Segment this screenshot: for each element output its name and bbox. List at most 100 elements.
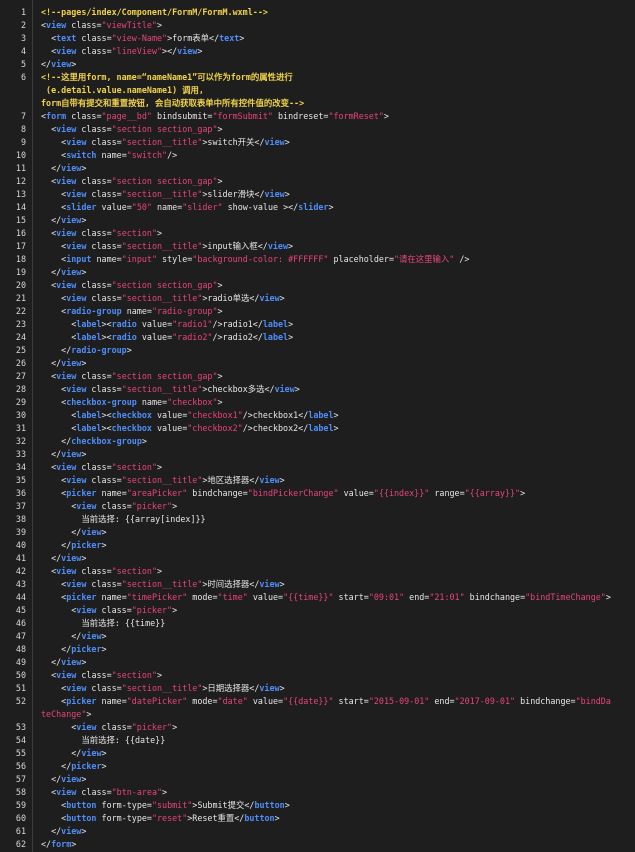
code-line[interactable]: 51 <view class="section__title">日期选择器</v… — [16, 682, 635, 695]
code-line[interactable]: 17 <view class="section__title">input输入框… — [16, 240, 635, 253]
code-line[interactable]: 42 <view class="section"> — [16, 565, 635, 578]
code-line[interactable]: 26 </view> — [16, 357, 635, 370]
code-line[interactable]: 45 <view class="picker"> — [16, 604, 635, 617]
code-line[interactable]: 39 </view> — [16, 526, 635, 539]
code-line[interactable]: 34 <view class="section"> — [16, 461, 635, 474]
code-token: class= — [66, 20, 102, 30]
code-line[interactable]: 53 <view class="picker"> — [16, 721, 635, 734]
code-line[interactable]: 36 <picker name="areaPicker" bindchange=… — [16, 487, 635, 500]
code-token: </ — [41, 215, 62, 225]
code-token: name= — [136, 397, 168, 407]
code-token: < — [41, 137, 67, 147]
code-line[interactable]: 23 <label><radio value="radio1"/>radio1<… — [16, 318, 635, 331]
code-line[interactable]: 14 <slider value="50" name="slider" show… — [16, 201, 635, 214]
code-line[interactable]: 16 <view class="section"> — [16, 227, 635, 240]
code-line[interactable]: 55 </view> — [16, 747, 635, 760]
code-token: button — [66, 800, 97, 810]
code-line[interactable]: 2 <view class="viewTitle"> — [21, 19, 635, 32]
code-line[interactable]: 57 </view> — [16, 773, 635, 786]
code-line[interactable]: 19 </view> — [16, 266, 635, 279]
code-line[interactable]: 43 <view class="section__title">时间选择器</v… — [16, 578, 635, 591]
code-token: </ — [41, 553, 62, 563]
code-line[interactable]: 33 </view> — [16, 448, 635, 461]
code-line[interactable]: 7 <form class="page__bd" bindsubmit="form… — [21, 110, 635, 123]
code-line[interactable]: 22 <radio-group name="radio-group"> — [16, 305, 635, 318]
code-line[interactable]: 56 </picker> — [16, 760, 635, 773]
code-line[interactable]: 21 <view class="section__title">radio单选<… — [16, 292, 635, 305]
code-line[interactable]: 54 当前选择: {{date}} — [16, 734, 635, 747]
code-line[interactable]: 1 <!--pages/index/Component/FormM/FormM.w… — [21, 6, 635, 19]
code-line[interactable]: 9 <view class="section__title">switch开关<… — [21, 136, 635, 149]
code-line[interactable]: 18 <input name="input" style="background… — [16, 253, 635, 266]
code-line[interactable]: teChange"> — [33, 708, 635, 721]
code-line[interactable]: 62 </form> — [16, 838, 635, 851]
code-token: value= — [151, 423, 188, 433]
code-line[interactable]: 46 当前选择: {{time}} — [16, 617, 635, 630]
line-number: 10 — [15, 150, 26, 160]
code-token: > — [81, 163, 87, 173]
code-token: style= — [157, 254, 193, 264]
line-text: </view> — [33, 59, 76, 69]
code-token: "section__title" — [121, 189, 203, 199]
code-line[interactable]: 20 <view class="section section_gap"> — [16, 279, 635, 292]
code-token: "btn-area" — [111, 787, 163, 797]
code-token: > — [101, 748, 107, 758]
code-line[interactable]: 4 <view class="lineView"></view> — [21, 45, 635, 58]
code-token: class= — [96, 722, 132, 732]
code-token: class= — [76, 176, 112, 186]
code-line[interactable]: (e.detail.value.nameName1) 调用, — [33, 84, 635, 97]
code-line[interactable]: 25 </radio-group> — [16, 344, 635, 357]
line-text: <view class="lineView"></view> — [33, 46, 202, 56]
code-line[interactable]: 30 <label><checkbox value="checkbox1"/>c… — [16, 409, 635, 422]
code-token: checkbox — [111, 410, 152, 420]
code-line[interactable]: 41 </view> — [16, 552, 635, 565]
code-line[interactable]: 10 <switch name="switch"/> — [16, 149, 635, 162]
code-token: "picker" — [131, 605, 173, 615]
code-line[interactable]: 31 <label><checkbox value="checkbox2"/>c… — [16, 422, 635, 435]
code-token: class= — [76, 280, 112, 290]
code-line[interactable]: 38 当前选择: {{array[index]}} — [16, 513, 635, 526]
code-line[interactable]: 27 <view class="section section_gap"> — [16, 370, 635, 383]
code-line[interactable]: 29 <checkbox-group name="checkbox"> — [16, 396, 635, 409]
code-line[interactable]: 24 <label><radio value="radio2"/>radio2<… — [16, 331, 635, 344]
line-number: 8 — [20, 124, 26, 134]
code-line[interactable]: form自带有提交和重置按钮, 会自动获取表单中所有控件值的改变--> — [33, 97, 635, 110]
code-token: show-value — [222, 202, 284, 212]
code-line[interactable]: 48 </picker> — [16, 643, 635, 656]
code-line[interactable]: 37 <view class="picker"> — [16, 500, 635, 513]
code-token: view — [264, 189, 285, 199]
code-line[interactable]: 28 <view class="section__title">checkbox… — [16, 383, 635, 396]
code-line[interactable]: 32 </checkbox-group> — [16, 435, 635, 448]
code-line[interactable]: 61 </view> — [16, 825, 635, 838]
code-token: "timePicker" — [126, 592, 188, 602]
code-token: placeholder= — [328, 254, 394, 264]
code-line[interactable]: 58 <view class="btn-area"> — [16, 786, 635, 799]
code-token: 当前选择: {{date}} — [41, 735, 166, 745]
code-line[interactable]: 60 <button form-type="reset">Reset重置</bu… — [16, 812, 635, 825]
code-line[interactable]: 59 <button form-type="submit">Submit提交</… — [16, 799, 635, 812]
code-line[interactable]: 15 </view> — [16, 214, 635, 227]
code-token: name= — [121, 306, 152, 316]
code-line[interactable]: 50 <view class="section"> — [16, 669, 635, 682]
code-line[interactable]: 12 <view class="section section_gap"> — [16, 175, 635, 188]
code-token: "section" — [111, 462, 157, 472]
line-number: 11 — [15, 163, 26, 173]
code-line[interactable]: 13 <view class="section__title">slider滑块… — [16, 188, 635, 201]
code-line[interactable]: 8 <view class="section section_gap"> — [21, 123, 635, 136]
code-line[interactable]: 47 </view> — [16, 630, 635, 643]
code-area[interactable]: 1 <!--pages/index/Component/FormM/FormM.w… — [16, 6, 635, 852]
code-line[interactable]: 6 <!--这里用form, name=“nameName1”可以作为form的属… — [21, 71, 635, 84]
code-token: > — [288, 241, 294, 251]
code-line[interactable]: 35 <view class="section__title">地区选择器</v… — [16, 474, 635, 487]
code-line[interactable]: 49 </view> — [16, 656, 635, 669]
code-line[interactable]: 11 </view> — [16, 162, 635, 175]
code-token: >< — [101, 410, 112, 420]
code-editor[interactable]: 1 <!--pages/index/Component/FormM/FormM.w… — [0, 0, 635, 852]
code-line[interactable]: 5 </view> — [21, 58, 635, 71]
line-number: 6 — [20, 72, 26, 82]
code-line[interactable]: 40 </picker> — [16, 539, 635, 552]
line-text: </view> — [33, 527, 106, 537]
code-line[interactable]: 52 <picker name="datePicker" mode="date"… — [16, 695, 635, 708]
code-line[interactable]: 3 <text class="view-Name">form表单</text> — [21, 32, 635, 45]
code-line[interactable]: 44 <picker name="timePicker" mode="time"… — [16, 591, 635, 604]
